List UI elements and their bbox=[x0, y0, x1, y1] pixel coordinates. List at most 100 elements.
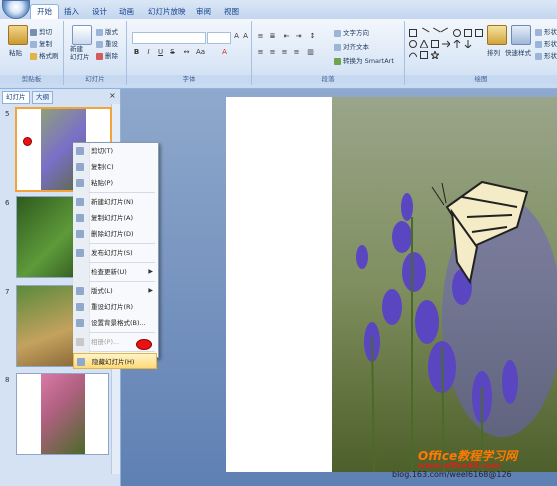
menu-item-delete-slide[interactable]: 删除幻灯片(D) bbox=[73, 226, 157, 242]
align-left-icon[interactable]: ≡ bbox=[256, 48, 265, 57]
close-pane-icon[interactable]: × bbox=[109, 91, 116, 100]
copy-icon bbox=[76, 163, 84, 171]
paste-button[interactable]: 粘贴 bbox=[9, 47, 22, 57]
font-name-combo[interactable] bbox=[132, 32, 206, 44]
grow-font-icon[interactable]: A bbox=[232, 32, 241, 41]
smartart-button[interactable]: 转换为 SmartArt bbox=[334, 55, 394, 65]
font-size-combo[interactable] bbox=[207, 32, 231, 44]
reset-icon bbox=[76, 303, 84, 311]
layout-button[interactable]: 版式 bbox=[96, 26, 118, 36]
menu-item-reset[interactable]: 重设幻灯片(R) bbox=[73, 299, 157, 315]
quick-styles-button[interactable]: 快速样式 bbox=[505, 47, 531, 57]
tab-insert[interactable]: 插入 bbox=[58, 5, 85, 18]
star-shape-icon[interactable] bbox=[429, 49, 441, 61]
shape-outline-button[interactable]: 形状 bbox=[535, 38, 557, 48]
menu-separator bbox=[89, 332, 155, 333]
line2-shape-icon[interactable] bbox=[429, 27, 441, 39]
watermark-text: blog.163.com/weel6168@126 bbox=[392, 470, 512, 479]
new-slide-button[interactable]: 新建 幻灯片 bbox=[70, 45, 90, 61]
copy-button[interactable]: 复制 bbox=[30, 38, 52, 48]
increase-indent-icon[interactable]: ⇥ bbox=[294, 32, 303, 41]
delete-slide-button[interactable]: 删除 bbox=[96, 50, 118, 60]
justify-icon[interactable]: ≡ bbox=[292, 48, 301, 57]
tab-design[interactable]: 设计 bbox=[86, 5, 113, 18]
menu-item-paste[interactable]: 粘贴(P) bbox=[73, 175, 157, 191]
underline-icon[interactable]: U bbox=[156, 48, 165, 57]
menu-item-copy[interactable]: 复制(C) bbox=[73, 159, 157, 175]
pane-tabs: 幻灯片 大纲 × bbox=[2, 91, 118, 104]
menu-item-duplicate-slide[interactable]: 复制幻灯片(A) bbox=[73, 210, 157, 226]
arrow-down-shape-icon[interactable] bbox=[464, 40, 472, 49]
bold-icon[interactable]: B bbox=[132, 48, 141, 57]
shape-effects-button[interactable]: 形状 bbox=[535, 50, 557, 60]
arrow-up-shape-icon[interactable] bbox=[453, 39, 461, 48]
square-shape-icon[interactable] bbox=[464, 29, 472, 37]
arrange-icon[interactable] bbox=[487, 25, 507, 45]
tab-animations[interactable]: 动画 bbox=[113, 5, 140, 18]
bullets-icon[interactable]: ≡ bbox=[256, 32, 265, 41]
italic-icon[interactable]: I bbox=[144, 48, 153, 57]
font-color-icon[interactable]: A bbox=[220, 48, 229, 57]
shrink-font-icon[interactable]: A bbox=[241, 32, 250, 41]
menu-item-background[interactable]: 设置背景格式(B)... bbox=[73, 315, 157, 331]
menu-item-label: 新建幻灯片(N) bbox=[91, 198, 134, 206]
tab-outline[interactable]: 大纲 bbox=[32, 91, 53, 104]
reset-button[interactable]: 重设 bbox=[96, 38, 118, 48]
align-center-icon[interactable]: ≡ bbox=[268, 48, 277, 57]
paste-icon bbox=[76, 179, 84, 187]
quick-styles-icon[interactable] bbox=[511, 25, 531, 45]
curve-shape-icon[interactable] bbox=[408, 51, 418, 59]
menu-item-hide-slide[interactable]: 隐藏幻灯片(H) bbox=[73, 353, 157, 369]
brace-shape-icon[interactable] bbox=[420, 51, 428, 59]
bracket-shape-icon[interactable] bbox=[431, 40, 439, 48]
menu-item-cut[interactable]: 剪切(T) bbox=[73, 143, 157, 159]
strikethrough-icon[interactable]: S bbox=[168, 48, 177, 57]
menu-item-label: 复制幻灯片(A) bbox=[91, 214, 134, 222]
rectangle-shape-icon[interactable] bbox=[409, 29, 417, 37]
shape-effects-icon bbox=[535, 52, 542, 60]
menu-separator bbox=[89, 262, 155, 263]
tab-view[interactable]: 视图 bbox=[218, 5, 245, 18]
new-slide-icon[interactable] bbox=[72, 25, 92, 45]
tab-home[interactable]: 开始 bbox=[30, 4, 59, 20]
hide-slide-icon bbox=[77, 358, 85, 366]
line-shape-icon[interactable] bbox=[418, 27, 430, 39]
oval-shape-icon[interactable] bbox=[453, 29, 461, 37]
highlight-marker-icon bbox=[136, 339, 152, 350]
line3-shape-icon[interactable] bbox=[440, 27, 452, 39]
line-spacing-icon[interactable]: ↕ bbox=[308, 32, 317, 41]
arrow-shape-icon[interactable] bbox=[442, 40, 451, 48]
copy-label: 复制 bbox=[39, 40, 52, 48]
menu-item-label: 相册(P)... bbox=[91, 338, 120, 346]
slide-thumb-8[interactable] bbox=[16, 373, 109, 455]
clipboard-group-label: 剪贴板 bbox=[0, 75, 63, 84]
menu-item-new-slide[interactable]: 新建幻灯片(N) bbox=[73, 194, 157, 210]
smartart-label: 转换为 SmartArt bbox=[343, 57, 394, 65]
menu-item-publish[interactable]: 发布幻灯片(S) bbox=[73, 245, 157, 261]
tab-slides[interactable]: 幻灯片 bbox=[2, 91, 30, 104]
numbering-icon[interactable]: ≣ bbox=[268, 32, 277, 41]
menu-item-layout[interactable]: 版式(L) ▶ bbox=[73, 283, 157, 299]
paste-icon[interactable] bbox=[8, 25, 28, 45]
arrange-button[interactable]: 排列 bbox=[487, 47, 500, 57]
format-painter-button[interactable]: 格式刷 bbox=[30, 50, 59, 60]
oval2-shape-icon[interactable] bbox=[409, 40, 417, 48]
smartart-icon bbox=[334, 57, 341, 65]
text-direction-button[interactable]: 文字方向 bbox=[334, 27, 369, 37]
tab-slideshow[interactable]: 幻灯片放映 bbox=[142, 5, 192, 18]
menu-separator bbox=[89, 281, 155, 282]
align-right-icon[interactable]: ≡ bbox=[280, 48, 289, 57]
decrease-indent-icon[interactable]: ⇤ bbox=[282, 32, 291, 41]
shape-fill-button[interactable]: 形状 bbox=[535, 26, 557, 36]
triangle-shape-icon[interactable] bbox=[419, 38, 429, 49]
submenu-arrow-icon: ▶ bbox=[148, 268, 153, 275]
case-icon[interactable]: Aa bbox=[196, 48, 205, 57]
frame-shape-icon[interactable] bbox=[475, 29, 483, 37]
tab-review[interactable]: 审阅 bbox=[190, 5, 217, 18]
spacing-icon[interactable]: ↔ bbox=[182, 48, 191, 57]
cut-button[interactable]: 剪切 bbox=[30, 26, 52, 36]
menu-item-check-updates[interactable]: 检查更新(U) ▶ bbox=[73, 264, 157, 280]
align-text-button[interactable]: 对齐文本 bbox=[334, 41, 369, 51]
butterfly-photo[interactable] bbox=[332, 97, 557, 472]
columns-icon[interactable]: ▥ bbox=[306, 48, 315, 57]
